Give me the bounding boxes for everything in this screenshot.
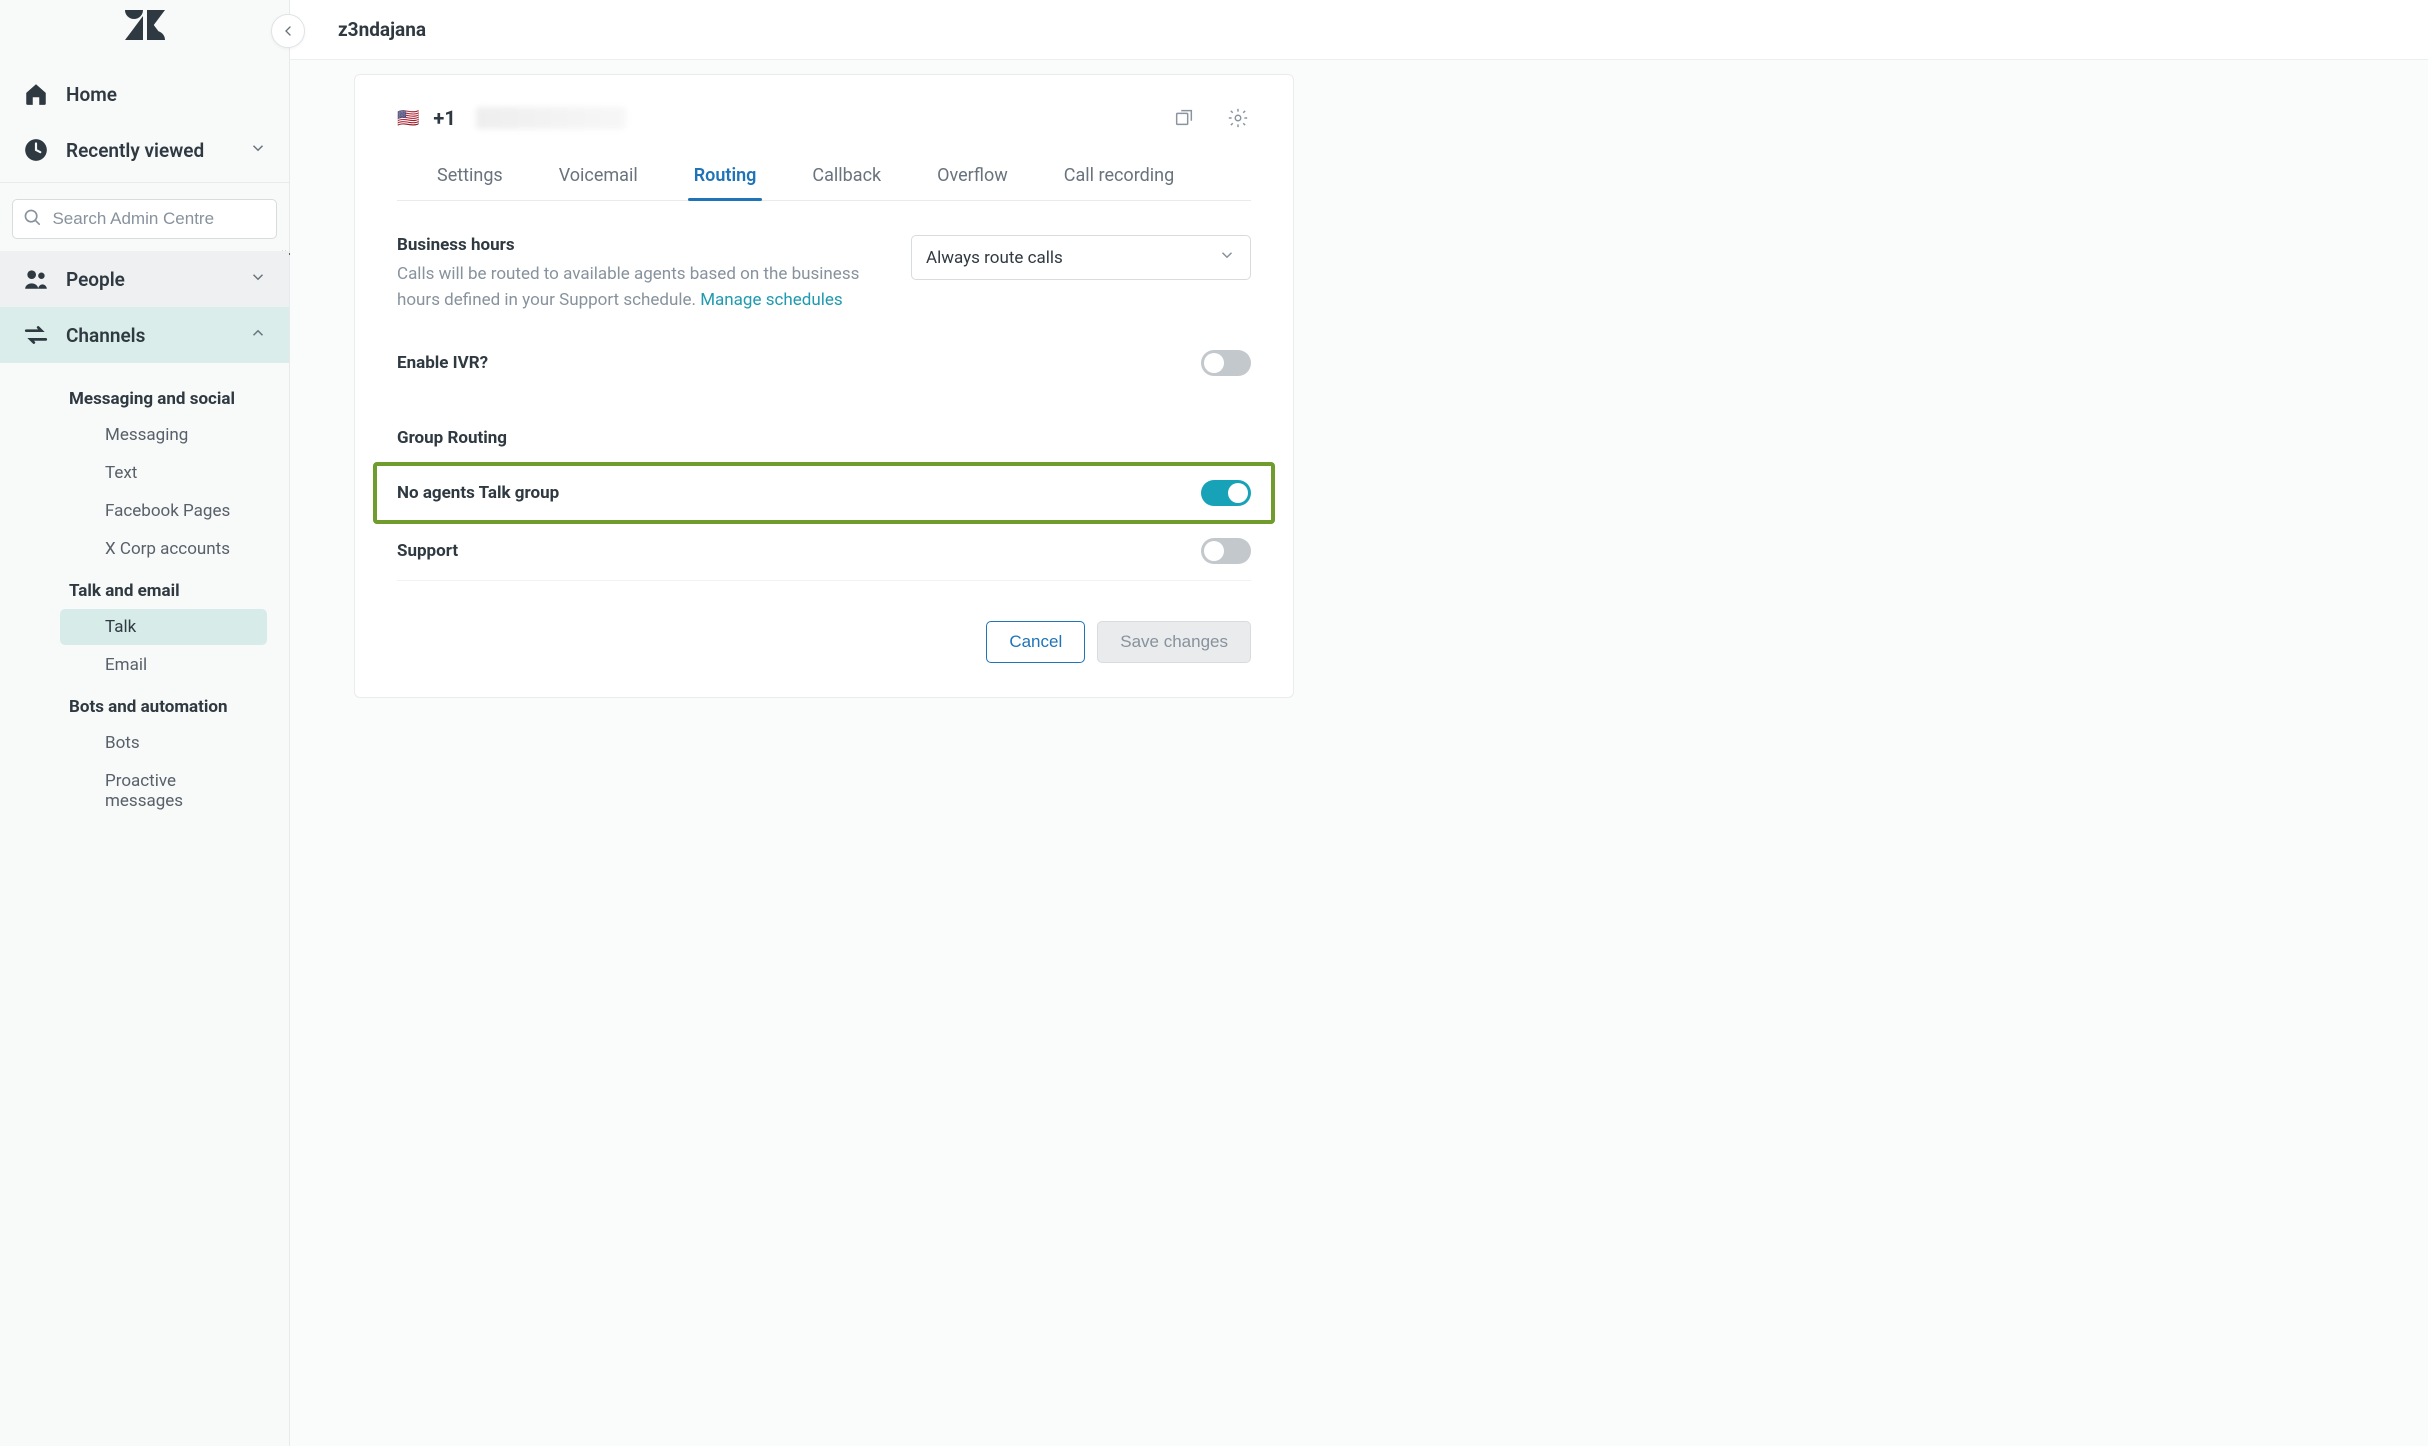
group-no-agents-label: No agents Talk group [397,483,559,503]
tab-callback[interactable]: Callback [806,155,887,200]
group-no-agents-row: No agents Talk group [373,462,1275,524]
clock-icon [22,136,50,164]
sidebar-item-recently-viewed[interactable]: Recently viewed [0,122,289,178]
talk-number-card: 🇺🇸 +1 Settings Voicemail Routing Callbac… [354,74,1294,698]
phone-prefix: +1 [433,106,455,130]
business-hours-select[interactable]: Always route calls [911,235,1251,280]
tab-call-recording[interactable]: Call recording [1058,155,1180,200]
search-input-wrapper[interactable] [12,199,277,239]
chevron-down-icon [1218,246,1236,269]
zendesk-logo-icon [125,10,165,47]
business-hours-desc: Calls will be routed to available agents… [397,261,871,314]
open-link-icon[interactable] [1171,105,1197,131]
sidebar-item-label: Home [66,83,117,106]
sidebar: Home Recently viewed People [0,0,290,1446]
sidebar-item-people[interactable]: People [0,251,289,307]
breadcrumb-text: z3ndajana [338,18,426,41]
tab-overflow[interactable]: Overflow [931,155,1014,200]
channels-submenu: Messaging and social Messaging Text Face… [0,363,289,831]
gear-icon[interactable] [1225,105,1251,131]
search-input[interactable] [50,208,266,230]
chevron-up-icon [249,324,267,347]
group-no-agents-toggle[interactable] [1201,480,1251,506]
sidebar-item-bots[interactable]: Bots [60,725,267,761]
sidebar-item-label: People [66,268,125,291]
chevron-down-icon [249,268,267,291]
home-icon [22,80,50,108]
sidebar-item-home[interactable]: Home [0,66,289,122]
sub-header-messaging-social: Messaging and social [24,377,289,415]
sidebar-item-x-corp[interactable]: X Corp accounts [60,531,267,567]
sidebar-item-channels[interactable]: Channels [0,307,289,363]
tab-settings[interactable]: Settings [431,155,509,200]
sidebar-item-label: Recently viewed [66,139,204,162]
sidebar-item-talk[interactable]: Talk [60,609,267,645]
divider [0,182,289,183]
cancel-button[interactable]: Cancel [986,621,1085,663]
group-support-label: Support [397,541,458,561]
manage-schedules-link[interactable]: Manage schedules [700,290,842,310]
enable-ivr-toggle[interactable] [1201,350,1251,376]
phone-number-redacted [476,107,626,129]
collapse-sidebar-button[interactable] [271,14,305,48]
sidebar-item-text[interactable]: Text [60,455,267,491]
us-flag-icon: 🇺🇸 [397,108,419,129]
group-support-toggle[interactable] [1201,538,1251,564]
tab-routing[interactable]: Routing [688,155,763,200]
sub-header-bots-automation: Bots and automation [24,685,289,723]
breadcrumb: z3ndajana [290,0,2428,60]
save-button: Save changes [1097,621,1251,663]
tabs: Settings Voicemail Routing Callback Over… [397,155,1251,201]
sidebar-item-label: Channels [66,324,145,347]
main-content: z3ndajana 🇺🇸 +1 Settings Voicemail [290,0,2428,1446]
select-value: Always route calls [926,248,1063,268]
tab-voicemail[interactable]: Voicemail [553,155,644,200]
group-support-row: Support [397,524,1251,581]
sub-header-talk-email: Talk and email [24,569,289,607]
sidebar-item-email[interactable]: Email [60,647,267,683]
search-icon [23,208,42,230]
channels-icon [22,321,50,349]
enable-ivr-label: Enable IVR? [397,353,488,373]
sidebar-item-messaging[interactable]: Messaging [60,417,267,453]
group-routing-label: Group Routing [397,428,1251,448]
chevron-down-icon [249,139,267,162]
logo-area [0,0,289,56]
people-icon [22,265,50,293]
business-hours-title: Business hours [397,235,871,255]
sidebar-item-proactive-messages[interactable]: Proactive messages [60,763,267,819]
sidebar-item-facebook-pages[interactable]: Facebook Pages [60,493,267,529]
